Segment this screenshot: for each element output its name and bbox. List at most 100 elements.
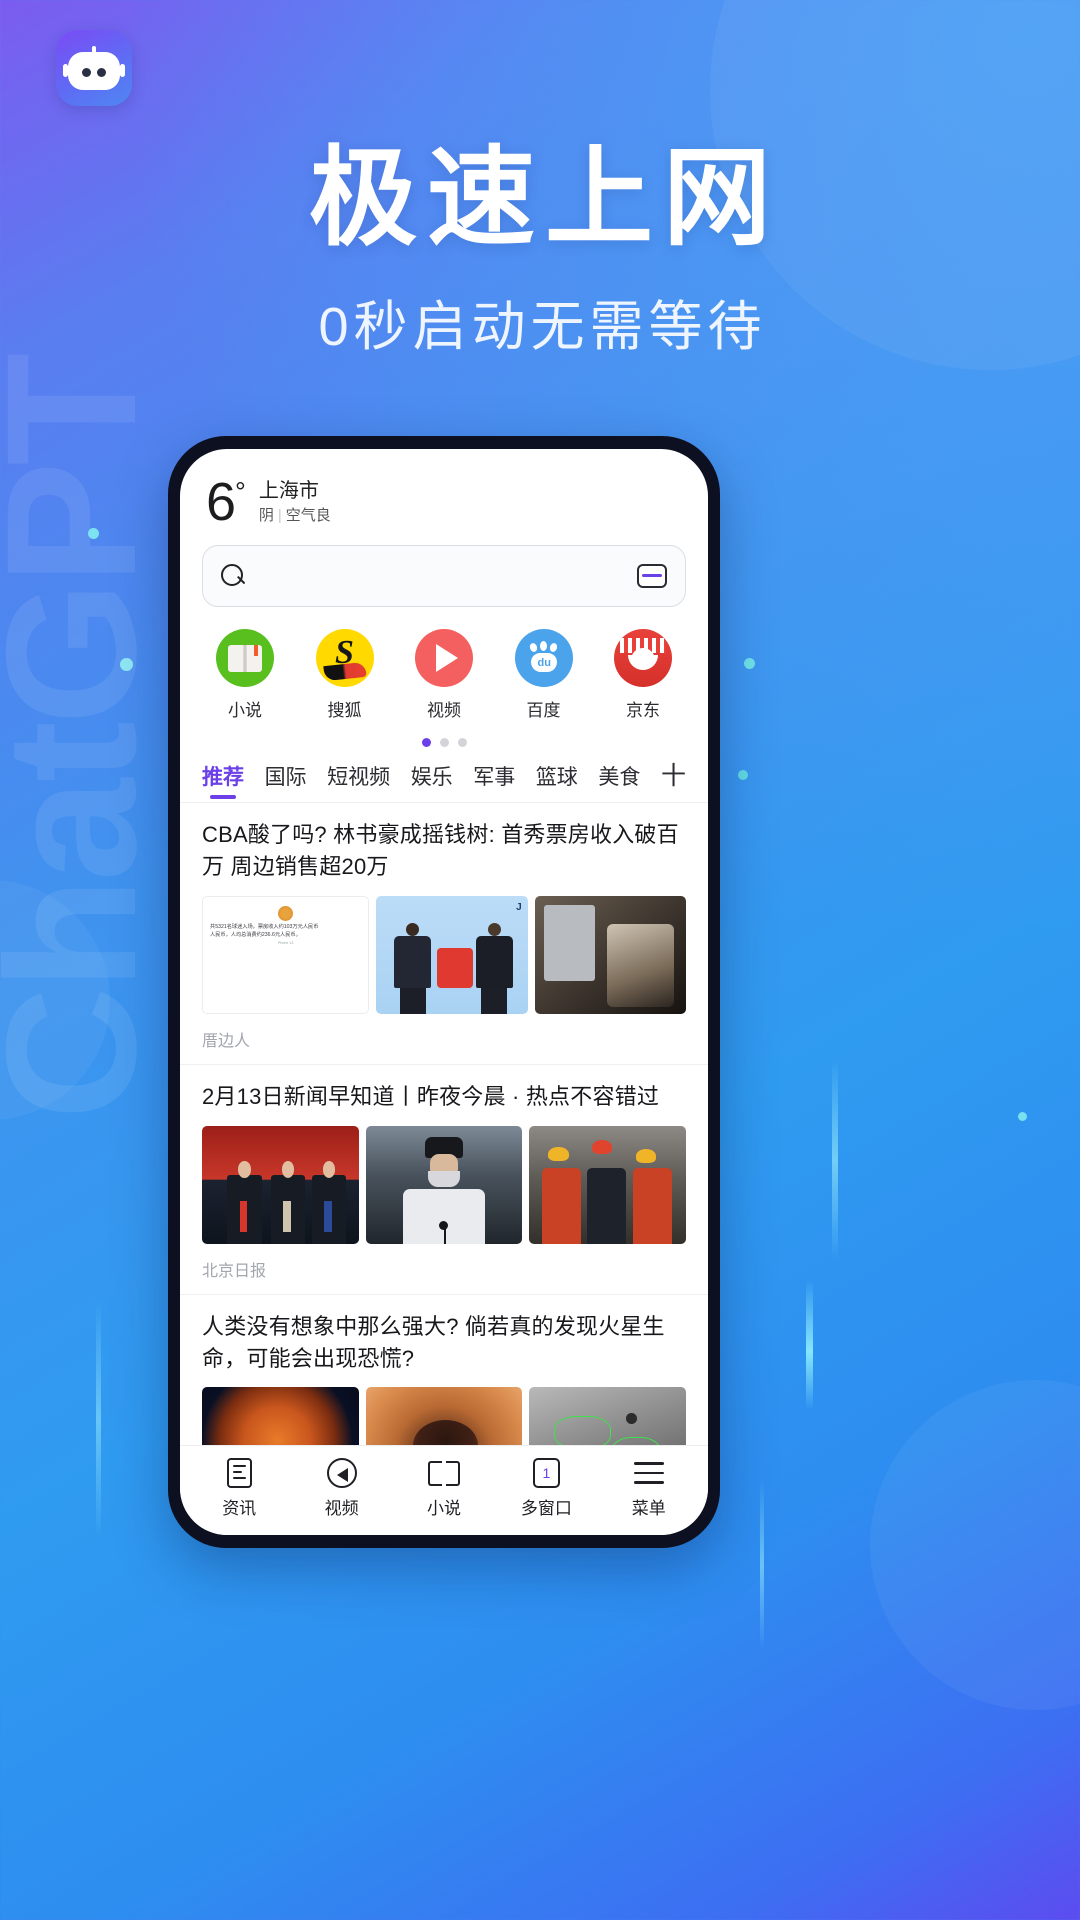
phone-screen: 6° 上海市 阴 | 空气良 小说 S 搜狐 视频 du 百度 京东 推荐 国际… [180,449,708,1535]
sparkle-dot [120,658,133,671]
sparkle-dot [738,770,748,780]
window-count-badge: 1 [542,1465,551,1481]
shortcut-sohu[interactable]: S 搜狐 [306,629,384,721]
multi-window-icon[interactable] [637,564,667,588]
jd-glyph-icon [620,638,666,678]
weather-widget[interactable]: 6° 上海市 阴 | 空气良 [180,449,708,533]
nav-video[interactable]: 视频 [296,1457,388,1519]
baidu-du-text: du [537,657,551,669]
article-thumb-jersey: J [376,895,528,1014]
shortcut-row: 小说 S 搜狐 视频 du 百度 京东 [180,607,708,721]
robot-head-icon [68,52,120,90]
novel-book-icon [216,629,274,687]
play-triangle-icon [436,644,458,672]
add-tab-button[interactable]: 十 [661,763,686,800]
nav-novel[interactable]: 小说 [398,1457,490,1519]
shortcut-jd[interactable]: 京东 [604,629,682,721]
search-input[interactable] [202,545,686,607]
weather-air-quality: 空气良 [285,507,331,525]
weather-city: 上海市 [258,480,319,503]
robot-ear-left-icon [63,64,68,77]
news-article[interactable]: 2月13日新闻早知道丨昨夜今晨 · 热点不容错过 北京日报 [180,1065,708,1295]
card-badge-icon [278,905,294,921]
sohu-tail-icon [322,661,367,682]
weather-temperature: 6° [206,472,246,532]
tab-entertainment[interactable]: 娱乐 [411,761,453,802]
pager-dot[interactable] [439,738,449,747]
search-icon [221,563,246,589]
shortcut-video[interactable]: 视频 [405,629,483,721]
shortcut-label: 京东 [626,701,660,720]
nav-menu[interactable]: 菜单 [603,1457,695,1519]
weather-text-block: 上海市 阴 | 空气良 [259,477,331,527]
news-feed: CBA酸了吗? 林书豪成摇钱树: 首秀票房收入破百万 周边销售超20万 共532… [180,803,708,1445]
article-title: 2月13日新闻早知道丨昨夜今晨 · 热点不容错过 [202,1083,660,1109]
phone-mockup: 6° 上海市 阴 | 空气良 小说 S 搜狐 视频 du 百度 京东 推荐 国际… [168,436,720,1548]
book-glyph-icon [228,644,262,672]
robot-eye-left-icon [82,68,91,77]
shortcut-baidu[interactable]: du 百度 [505,629,583,721]
jersey-letter: J [516,901,522,913]
robot-eye-right-icon [97,68,106,77]
nav-label: 菜单 [631,1499,666,1518]
nav-multiwindow[interactable]: 1 多窗口 [500,1457,592,1519]
thumb-text-line-2: 人民币，人均总消费约236.6元人民币。 [210,931,301,938]
light-streak [806,1280,813,1410]
pager-dot-active[interactable] [421,738,431,747]
tab-shortvideo[interactable]: 短视频 [327,761,390,802]
light-streak [96,1300,101,1540]
sohu-icon: S [315,629,374,687]
tab-basketball[interactable]: 篮球 [536,761,578,802]
tab-international[interactable]: 国际 [265,761,307,802]
light-streak [832,1060,838,1260]
article-source: 北京日报 [202,1262,267,1280]
article-thumb-handshake [202,1125,359,1244]
article-thumb-rescue [529,1125,687,1244]
baidu-paw-icon: du [514,629,573,687]
nav-label: 资讯 [222,1499,257,1518]
thumb-caption: Phone 13 [277,940,294,945]
article-source: 厝边人 [202,1032,251,1050]
article-thumb-mars-planet [202,1387,359,1445]
news-article[interactable]: CBA酸了吗? 林书豪成摇钱树: 首秀票房收入破百万 周边销售超20万 共532… [180,803,708,1065]
paw-glyph-icon: du [526,641,562,675]
nav-news[interactable]: 资讯 [193,1457,285,1519]
article-thumb-mars-crater [365,1387,523,1445]
robot-ear-right-icon [120,64,125,77]
sparkle-dot [88,528,99,539]
news-article[interactable]: 人类没有想象中那么强大? 倘若真的发现火星生命，可能会出现恐慌? [180,1295,708,1445]
app-logo [56,30,132,106]
article-thumb-van [534,895,686,1014]
shortcut-label: 百度 [526,701,561,720]
tab-recommend[interactable]: 推荐 [202,761,244,802]
article-title: CBA酸了吗? 林书豪成摇钱树: 首秀票房收入破百万 周边销售超20万 [202,822,679,879]
nav-label: 小说 [426,1499,461,1518]
video-play-circle-icon [296,1457,388,1489]
temperature-value: 6 [206,472,236,532]
tab-food[interactable]: 美食 [598,761,640,802]
hamburger-menu-icon [603,1457,695,1489]
watermark-text: ChatGPT [0,356,175,1120]
article-thumbnails [202,1125,687,1244]
degree-symbol: ° [235,477,246,507]
nav-label: 视频 [324,1499,359,1518]
promo-subtitle: 0秒启动无需等待 [318,297,767,357]
sparkle-dot [744,658,755,669]
multi-window-icon: 1 [500,1457,592,1489]
background-circle-left [0,880,110,1120]
tab-military[interactable]: 军事 [473,761,515,802]
nav-label: 多窗口 [520,1499,572,1518]
open-book-icon [398,1457,490,1489]
shortcut-novel[interactable]: 小说 [206,629,284,721]
light-streak [760,1480,764,1650]
article-thumbnails [202,1387,687,1445]
pager-dot[interactable] [457,738,467,747]
sparkle-dot [1018,1112,1027,1121]
red-jersey-icon [436,947,474,988]
search-area [180,533,708,607]
article-thumbnails: 共5321名球迷入场，票房收入约103万元人民币 人民币，人均总消费约236.6… [202,895,686,1014]
shortcut-label: 视频 [427,701,461,720]
article-thumb-textcard: 共5321名球迷入场，票房收入约103万元人民币 人民币，人均总消费约236.6… [202,895,370,1014]
article-title: 人类没有想象中那么强大? 倘若真的发现火星生命，可能会出现恐慌? [202,1313,665,1371]
promo-title: 极速上网 [308,137,781,258]
